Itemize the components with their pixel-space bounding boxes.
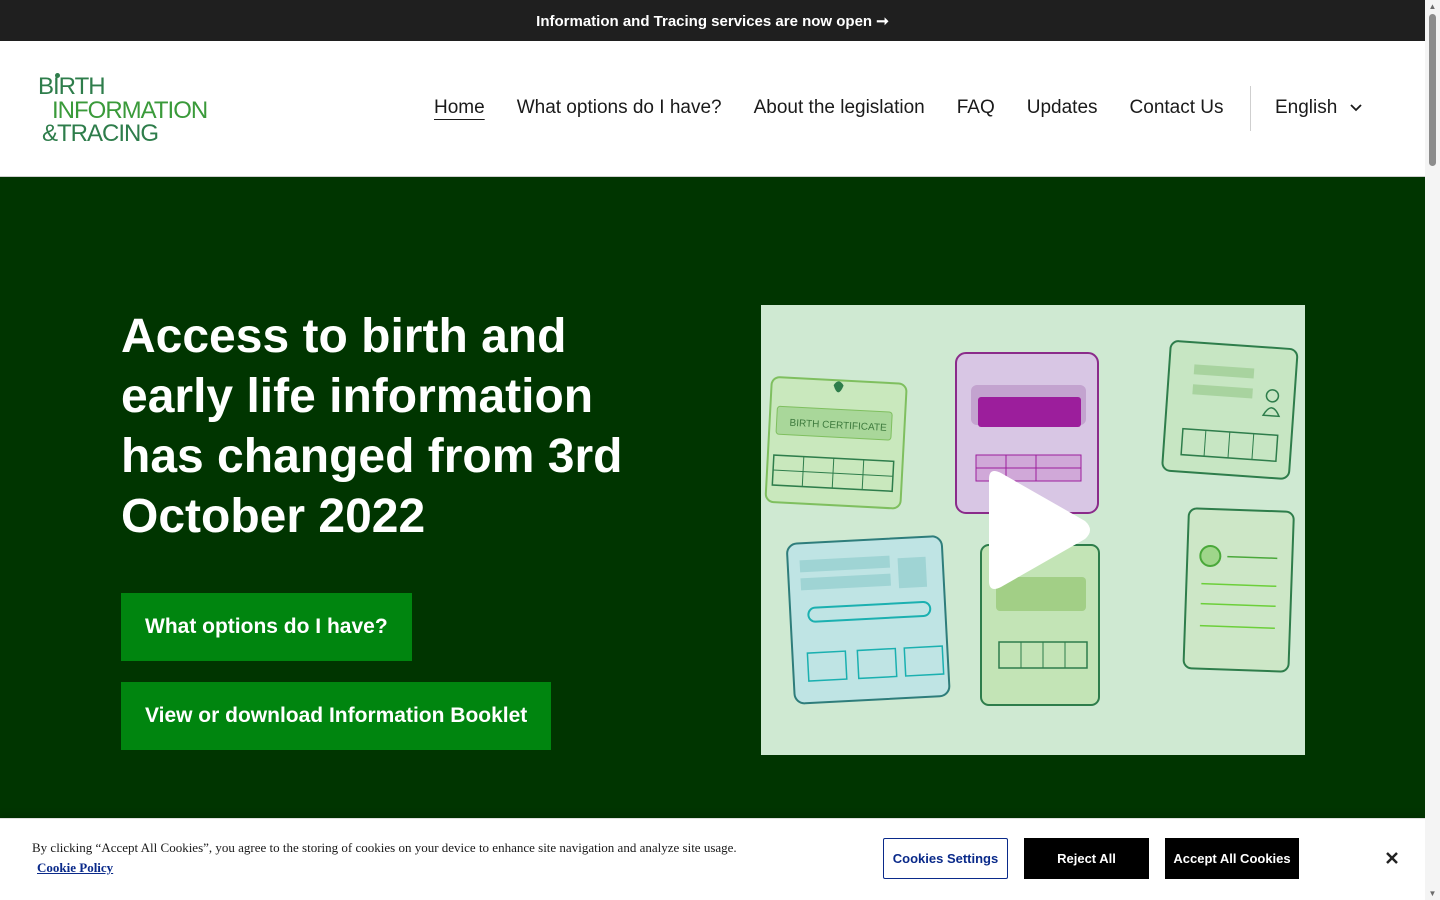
logo-line-3: &TRACING [42, 120, 159, 147]
nav-contact[interactable]: Contact Us [1130, 97, 1224, 119]
nav-legislation[interactable]: About the legislation [754, 97, 925, 119]
main-nav: Home What options do I have? About the l… [434, 97, 1224, 119]
site-header: BIRTH INFORMATION &TRACING Home What opt… [0, 41, 1425, 177]
certificate-card: BIRTH CERTIFICATE [764, 376, 908, 510]
booklet-button[interactable]: View or download Information Booklet [121, 682, 552, 750]
announcement-link[interactable]: Information and Tracing services are now… [536, 12, 889, 30]
scrollbar[interactable]: ▲ ▼ [1425, 0, 1440, 900]
scroll-up-icon[interactable]: ▲ [1428, 2, 1437, 11]
cookies-settings-button[interactable]: Cookies Settings [883, 838, 1008, 879]
language-label: English [1275, 97, 1338, 118]
cookie-banner: By clicking “Accept All Cookies”, you ag… [0, 818, 1425, 900]
play-icon[interactable] [975, 465, 1095, 595]
cookie-text: By clicking “Accept All Cookies”, you ag… [32, 840, 737, 855]
announcement-text: Information and Tracing services are now… [536, 12, 873, 30]
lime-card [1182, 507, 1295, 673]
hero-section: Access to birth and early life informati… [0, 177, 1425, 900]
accept-all-cookies-button[interactable]: Accept All Cookies [1165, 838, 1299, 879]
scroll-down-icon[interactable]: ▼ [1428, 889, 1437, 898]
options-button[interactable]: What options do I have? [121, 593, 412, 661]
hero-title: Access to birth and early life informati… [121, 310, 623, 543]
language-selector[interactable]: English [1275, 97, 1363, 119]
nav-updates[interactable]: Updates [1027, 97, 1098, 119]
nav-options[interactable]: What options do I have? [517, 97, 722, 119]
video-player[interactable]: BIRTH CERTIFICATE [761, 305, 1305, 755]
nav-home[interactable]: Home [434, 97, 485, 119]
chevron-down-icon [1350, 104, 1362, 112]
arrow-right-icon: ➞ [876, 12, 889, 30]
reject-all-button[interactable]: Reject All [1024, 838, 1149, 879]
nav-divider [1250, 86, 1251, 131]
site-logo[interactable]: BIRTH INFORMATION &TRACING [38, 73, 223, 148]
cookie-policy-link[interactable]: Cookie Policy [37, 860, 113, 876]
teal-card [786, 535, 951, 705]
id-card [1161, 340, 1299, 480]
nav-faq[interactable]: FAQ [957, 97, 995, 119]
close-icon[interactable] [1383, 849, 1401, 867]
logo-line-1: BIRTH [38, 73, 106, 100]
scroll-thumb[interactable] [1429, 14, 1436, 166]
announcement-bar: Information and Tracing services are now… [0, 0, 1425, 41]
